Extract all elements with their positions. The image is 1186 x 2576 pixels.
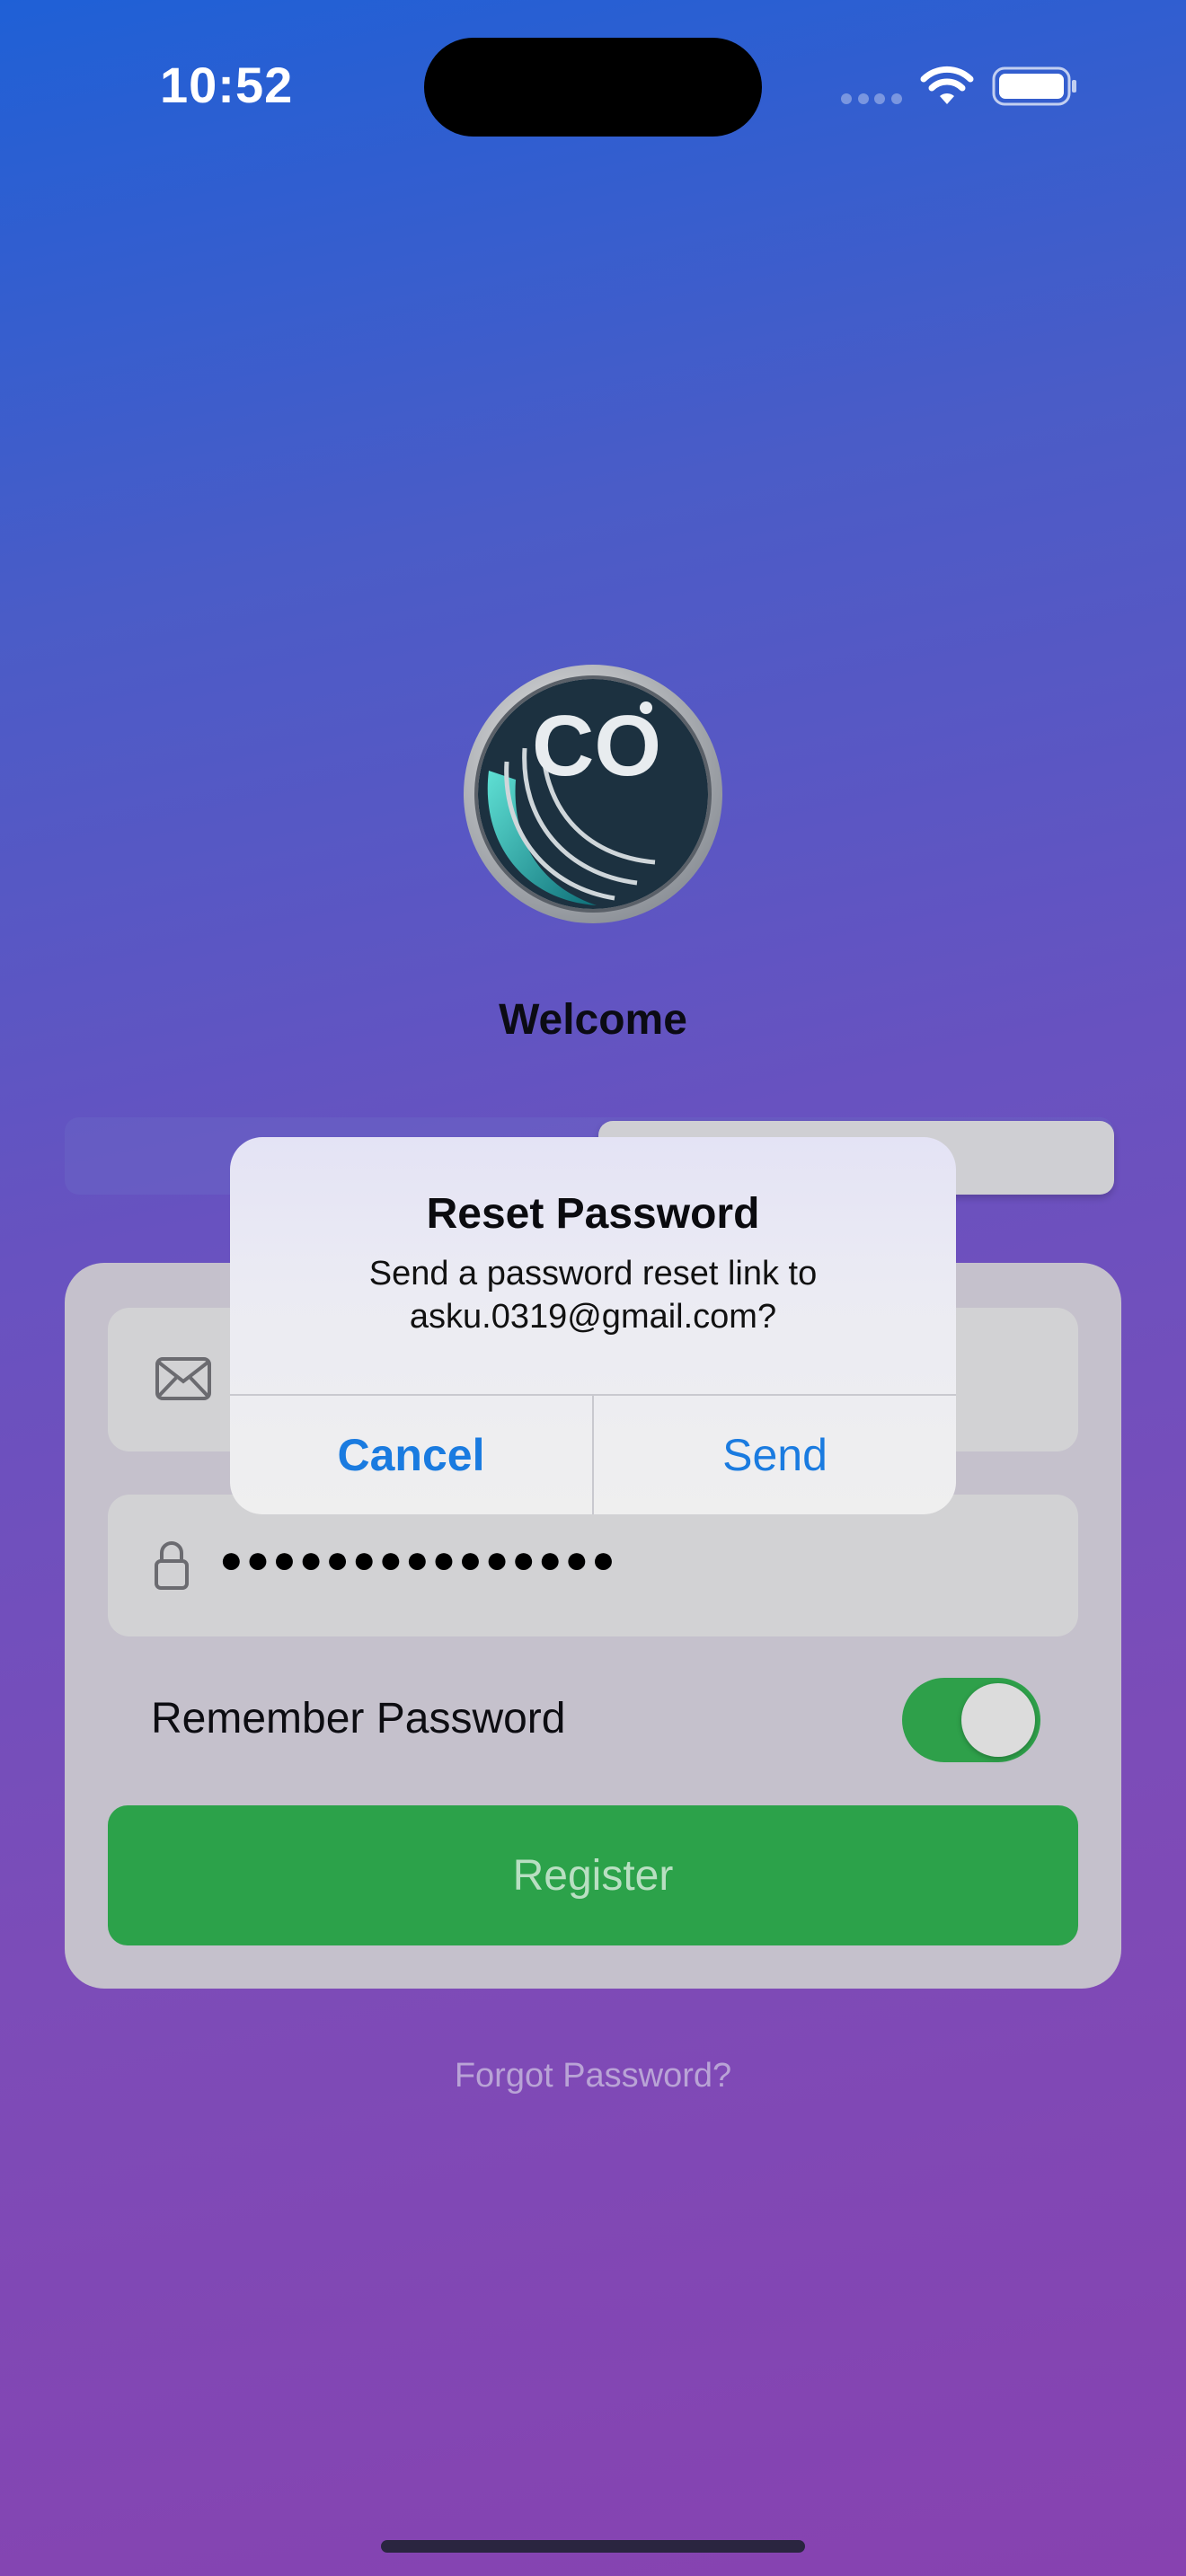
battery-icon — [992, 66, 1076, 106]
home-indicator[interactable] — [381, 2540, 805, 2553]
status-time: 10:52 — [160, 57, 294, 113]
register-button[interactable]: Register — [108, 1805, 1078, 1945]
reset-password-alert: Reset Password Send a password reset lin… — [230, 1137, 956, 1514]
toggle-knob — [961, 1683, 1035, 1757]
send-button[interactable]: Send — [594, 1396, 956, 1514]
cancel-button[interactable]: Cancel — [230, 1396, 592, 1514]
envelope-icon — [155, 1357, 211, 1400]
remember-password-toggle[interactable] — [902, 1678, 1040, 1762]
lock-icon — [155, 1541, 189, 1590]
password-value: ●●●●●●●●●●●●●●● — [219, 1538, 618, 1582]
app-logo-icon: CO — [464, 665, 722, 923]
alert-message-line2: asku.0319@gmail.com? — [409, 1298, 777, 1336]
alert-message: Send a password reset link to asku.0319@… — [266, 1252, 920, 1338]
welcome-title: Welcome — [499, 996, 687, 1044]
dynamic-island — [424, 38, 762, 137]
forgot-password-link[interactable]: Forgot Password? — [0, 2057, 1186, 2095]
alert-title: Reset Password — [426, 1190, 760, 1238]
wifi-icon — [920, 66, 974, 104]
cellular-dots-icon — [841, 93, 902, 104]
remember-password-label: Remember Password — [151, 1695, 566, 1742]
alert-message-line1: Send a password reset link to — [368, 1255, 818, 1292]
